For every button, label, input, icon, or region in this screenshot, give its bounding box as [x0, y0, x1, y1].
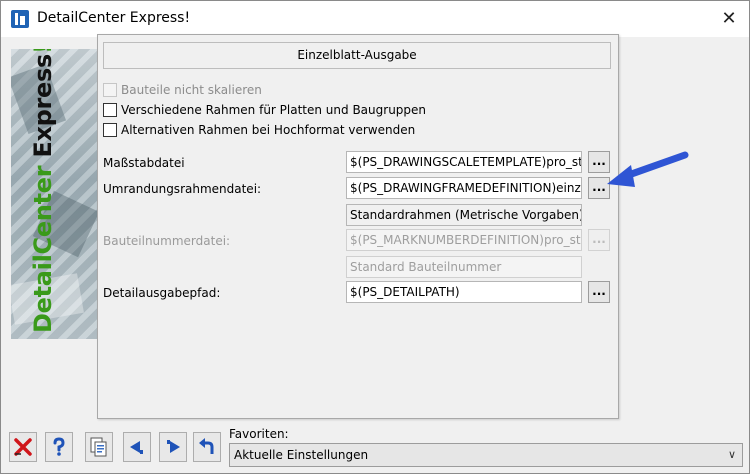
frame-file-description: Standardrahmen (Metrische Vorgaben)	[346, 204, 582, 226]
detail-path-browse-button[interactable]: ...	[588, 281, 610, 303]
marknumber-file-description: Standard Bauteilnummer	[346, 256, 582, 278]
pointer-arrow-icon	[607, 151, 689, 187]
help-button[interactable]	[45, 432, 73, 462]
document-settings-button[interactable]	[85, 432, 113, 462]
checkbox-box[interactable]	[103, 102, 117, 117]
frame-file-label: Umrandungsrahmendatei:	[103, 182, 262, 196]
chevron-down-icon[interactable]: ∨	[728, 444, 736, 466]
product-banner: DetailCenter Express!	[11, 49, 97, 339]
dialog-window: DetailCenter Express! ✕ DetailCenter Exp…	[0, 0, 750, 474]
checkbox-box[interactable]	[103, 82, 117, 97]
favorites-select[interactable]: Aktuelle Einstellungen ∨	[229, 443, 743, 467]
marknumber-file-input[interactable]: $(PS_MARKNUMBERDEFINITION)pro_st3d	[346, 229, 582, 251]
forward-button[interactable]	[159, 432, 187, 462]
frame-file-input[interactable]: $(PS_DRAWINGFRAMEDEFINITION)einze	[346, 177, 582, 199]
red-cross-icon	[14, 438, 32, 456]
scale-file-label: Maßstabdatei	[103, 156, 185, 170]
checkbox-no-scale[interactable]: Bauteile nicht skalieren	[103, 82, 262, 100]
marknumber-file-label: Bauteilnummerdatei:	[103, 234, 231, 248]
checkbox-alternative-frame[interactable]: Alternativen Rahmen bei Hochformat verwe…	[103, 122, 415, 140]
window-title: DetailCenter Express!	[37, 10, 191, 26]
app-icon	[11, 10, 29, 28]
document-stack-icon	[90, 437, 107, 457]
close-icon[interactable]: ✕	[717, 7, 741, 31]
checkbox-label: Bauteile nicht skalieren	[121, 83, 262, 97]
back-button[interactable]	[123, 432, 151, 462]
scale-file-input[interactable]: $(PS_DRAWINGSCALETEMPLATE)pro_st3	[346, 151, 582, 173]
cancel-button[interactable]	[9, 432, 37, 462]
checkbox-label: Verschiedene Rahmen für Platten und Baug…	[121, 103, 427, 117]
detail-path-input[interactable]: $(PS_DETAILPATH)	[346, 281, 582, 303]
arrow-right-icon	[167, 440, 180, 453]
detail-path-label: Detailausgabepfad:	[103, 286, 221, 300]
panel-header: Einzelblatt-Ausgabe	[103, 42, 611, 69]
checkbox-different-frames[interactable]: Verschiedene Rahmen für Platten und Baug…	[103, 102, 426, 120]
arrow-left-icon	[130, 441, 143, 454]
marknumber-file-browse-button[interactable]: ...	[588, 229, 610, 251]
undo-arrow-icon	[199, 438, 214, 454]
undo-button[interactable]	[193, 432, 221, 462]
question-mark-icon	[53, 437, 65, 456]
favorites-selected-value: Aktuelle Einstellungen	[234, 448, 369, 462]
banner-logo-text: DetailCenter Express!	[29, 49, 57, 333]
favorites-label: Favoriten:	[229, 427, 289, 441]
checkbox-label: Alternativen Rahmen bei Hochformat verwe…	[121, 123, 416, 137]
title-bar: DetailCenter Express! ✕	[1, 1, 749, 37]
checkbox-box[interactable]	[103, 122, 117, 137]
settings-panel: Einzelblatt-Ausgabe Bauteile nicht skali…	[97, 34, 619, 419]
